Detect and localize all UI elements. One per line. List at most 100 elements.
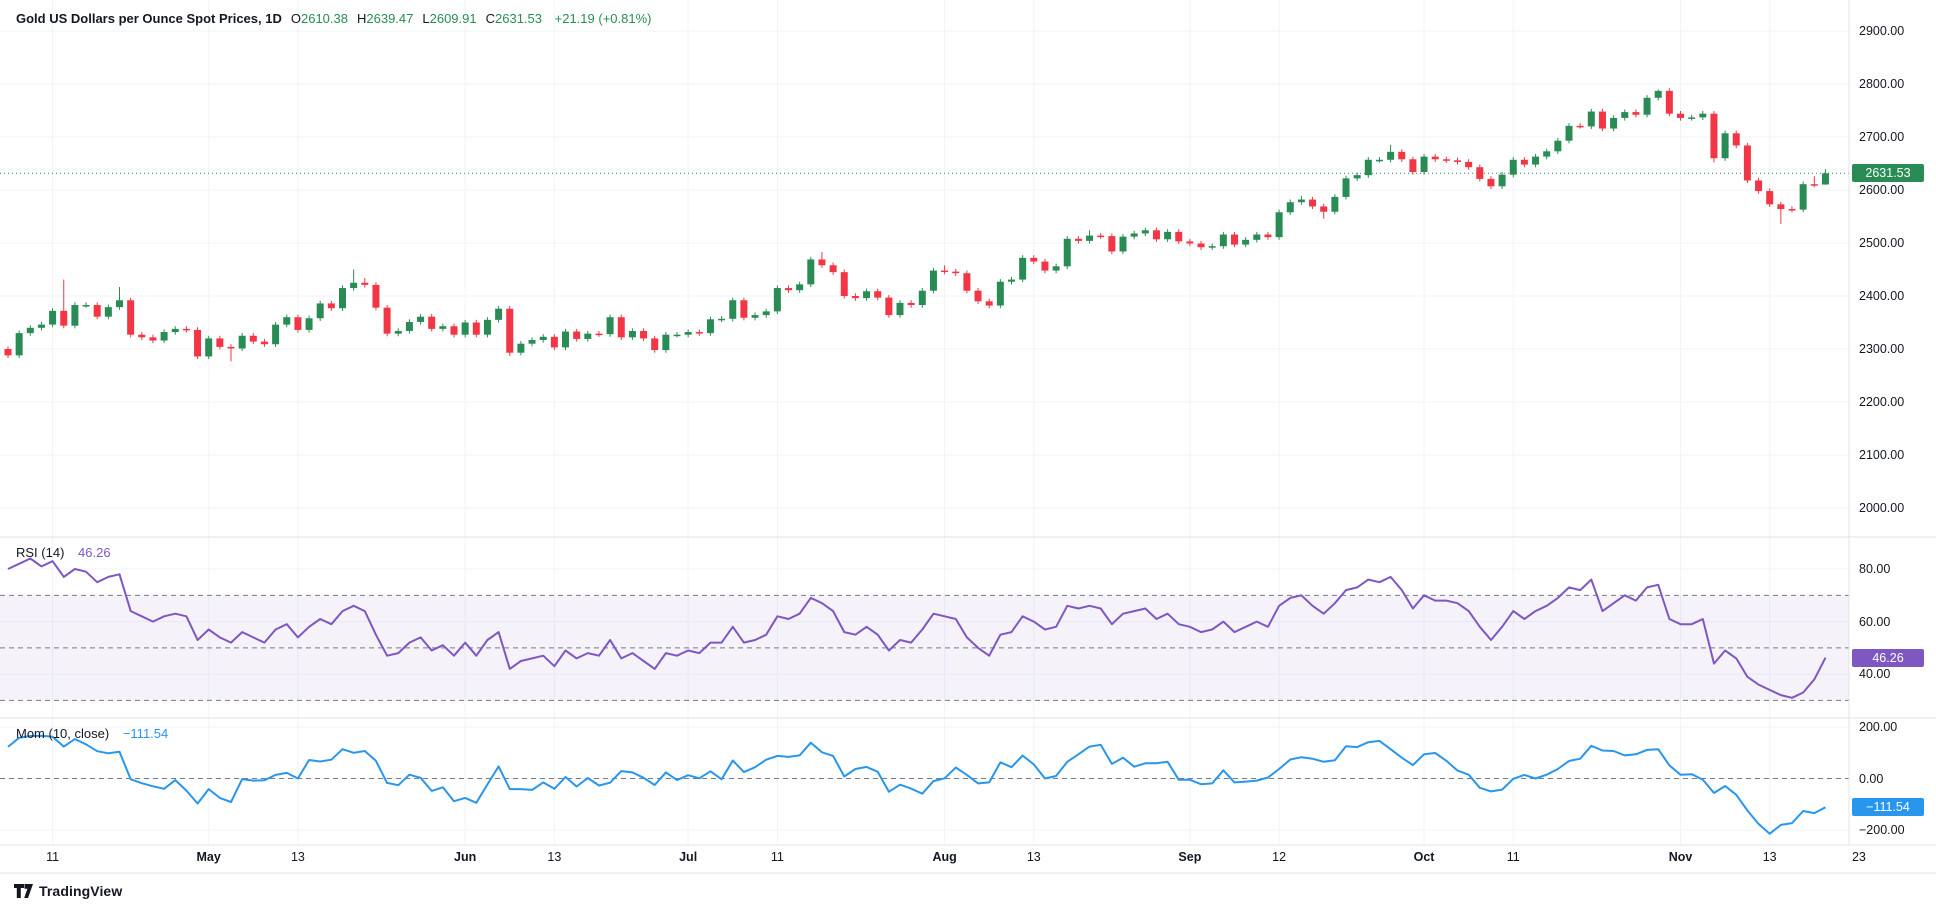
time-axis-day-label: 13 (1763, 850, 1777, 864)
candle-body (1688, 117, 1695, 119)
price-axis-label: 2900.00 (1859, 23, 1904, 39)
candle-body (885, 298, 892, 315)
candle-body (1789, 209, 1796, 211)
candle-body (517, 344, 524, 353)
candle-body (1398, 152, 1405, 159)
change-value: +21.19 (+0.81%) (555, 11, 652, 26)
time-axis-month-label: May (197, 850, 221, 864)
symbol-title: Gold US Dollars per Ounce Spot Prices, 1… (16, 11, 282, 26)
mom-indicator-label: Mom (10, close) (16, 726, 109, 741)
price-axis-label: 2300.00 (1859, 341, 1904, 357)
candle-body (350, 283, 357, 288)
candle-body (506, 309, 513, 353)
rsi-axis-label: 60.00 (1859, 614, 1890, 630)
candle-body (1131, 233, 1138, 236)
candle-body (1008, 280, 1015, 282)
ohlc-value: 2631.53 (495, 11, 542, 26)
candle-body (640, 331, 647, 338)
candle-body (451, 326, 458, 334)
time-axis-day-label: 23 (1852, 850, 1866, 864)
candle-body (395, 331, 402, 334)
candle-body (127, 300, 134, 334)
mom-axis-label: 0.00 (1859, 771, 1883, 787)
candle-body (1476, 167, 1483, 179)
candle-body (1699, 114, 1706, 118)
time-axis-month-label: Sep (1178, 850, 1201, 864)
price-chart-canvas[interactable] (0, 0, 1936, 910)
candle-body (1543, 151, 1550, 156)
candle-body (1811, 184, 1818, 186)
candle-body (1777, 204, 1784, 209)
candle-body (1242, 240, 1249, 245)
candle-body (874, 291, 881, 297)
candle-body (718, 319, 725, 321)
candle-body (1421, 157, 1428, 172)
candle-body (807, 259, 814, 284)
price-axis-label: 2400.00 (1859, 288, 1904, 304)
ohlc-key: H (357, 11, 366, 26)
candle-body (149, 337, 156, 340)
candle-body (1086, 236, 1093, 241)
candle-body (1053, 266, 1060, 270)
time-axis-month-label: Oct (1414, 850, 1435, 864)
mom-axis-label: 200.00 (1859, 719, 1897, 735)
candle-body (785, 288, 792, 290)
candle-body (1175, 232, 1182, 242)
price-axis-label: 2600.00 (1859, 182, 1904, 198)
candle-body (272, 325, 279, 345)
candle-body (752, 315, 759, 318)
candle-body (1153, 230, 1160, 239)
ohlc-key: O (291, 11, 301, 26)
mom-label-row: Mom (10, close) −111.54 (16, 726, 168, 741)
candle-body (1722, 133, 1729, 158)
candle-body (83, 305, 90, 307)
candle-body (1253, 235, 1260, 240)
time-axis-month-label: Jun (454, 850, 476, 864)
candle-body (1554, 141, 1561, 152)
candle-body (183, 329, 190, 331)
time-axis-day-label: 11 (1507, 850, 1520, 864)
candle-body (551, 337, 558, 348)
candle-body (763, 311, 770, 315)
candle-body (239, 336, 246, 349)
candle-body (294, 317, 301, 330)
ohlc-value: 2639.47 (366, 11, 413, 26)
candle-body (952, 272, 959, 274)
candle-body (1209, 246, 1216, 248)
candle-body (1733, 133, 1740, 145)
candle-body (740, 300, 747, 317)
candle-body (228, 347, 235, 349)
candle-body (283, 317, 290, 324)
candle-body (540, 337, 547, 340)
tradingview-logo[interactable]: TradingView (14, 883, 122, 899)
candle-body (1387, 152, 1394, 160)
candle-body (1443, 159, 1450, 161)
candle-body (662, 335, 669, 350)
candle-body (1610, 118, 1617, 129)
candle-body (1186, 241, 1193, 243)
candle-body (1142, 230, 1149, 233)
candle-body (317, 303, 324, 318)
candle-body (1755, 180, 1762, 191)
candle-body (71, 305, 78, 326)
candle-body (417, 317, 424, 322)
candle-body (16, 333, 23, 355)
candle-body (818, 259, 825, 265)
time-axis-month-label: Nov (1669, 850, 1693, 864)
price-axis-label: 2000.00 (1859, 500, 1904, 516)
candle-body (1108, 236, 1115, 251)
candle-body (306, 318, 313, 330)
rsi-value-badge: 46.26 (1852, 649, 1924, 667)
time-axis-month-label: Aug (932, 850, 956, 864)
candle-body (1487, 179, 1494, 186)
candle-body (1220, 235, 1227, 247)
candle-body (595, 334, 602, 336)
candle-body (328, 303, 335, 308)
candle-body (428, 317, 435, 329)
time-axis-day-label: 13 (1027, 850, 1041, 864)
candle-body (339, 288, 346, 308)
candle-body (1566, 126, 1573, 141)
rsi-axis-label: 80.00 (1859, 561, 1890, 577)
candle-body (1521, 160, 1528, 165)
time-axis-day-label: 13 (291, 850, 305, 864)
